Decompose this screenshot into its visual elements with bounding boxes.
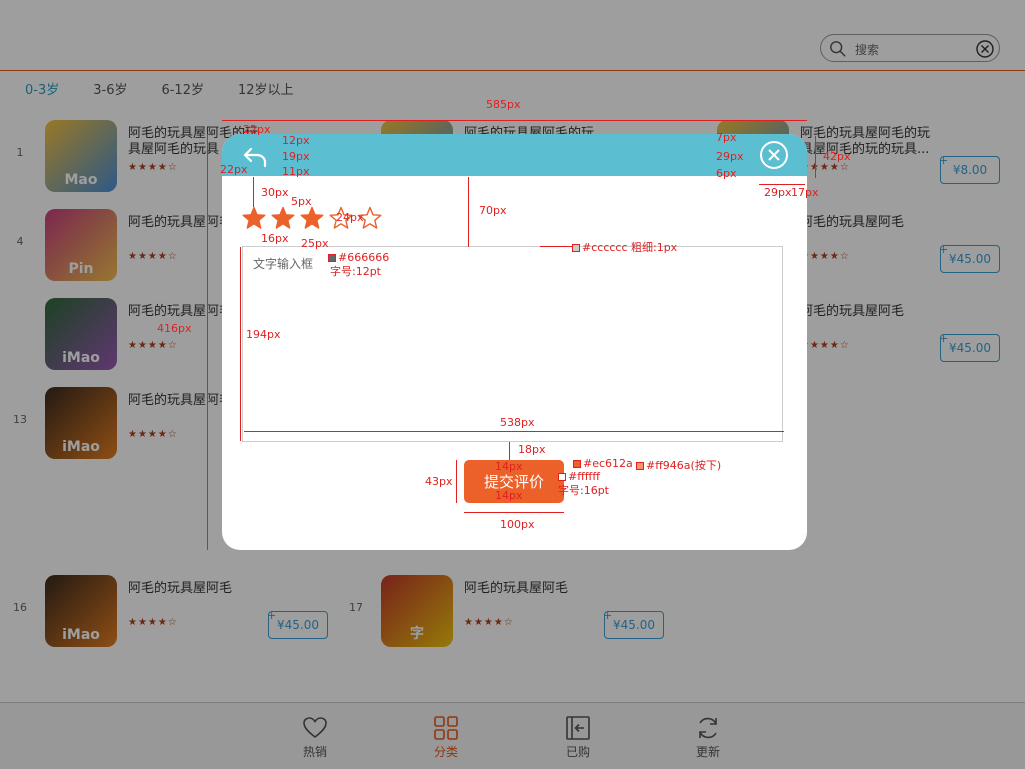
star-rating: [242, 206, 382, 230]
submit-review-button[interactable]: 提交评价: [464, 460, 564, 503]
review-input[interactable]: [242, 246, 783, 442]
star-filled-icon[interactable]: [300, 206, 324, 230]
dialog-header: [222, 134, 807, 176]
star-empty-icon[interactable]: [329, 206, 353, 230]
star-filled-icon[interactable]: [242, 206, 266, 230]
back-icon[interactable]: [242, 146, 268, 168]
star-filled-icon[interactable]: [271, 206, 295, 230]
star-empty-icon[interactable]: [358, 206, 382, 230]
close-icon[interactable]: [759, 140, 789, 170]
review-dialog: 提交评价: [222, 134, 807, 550]
